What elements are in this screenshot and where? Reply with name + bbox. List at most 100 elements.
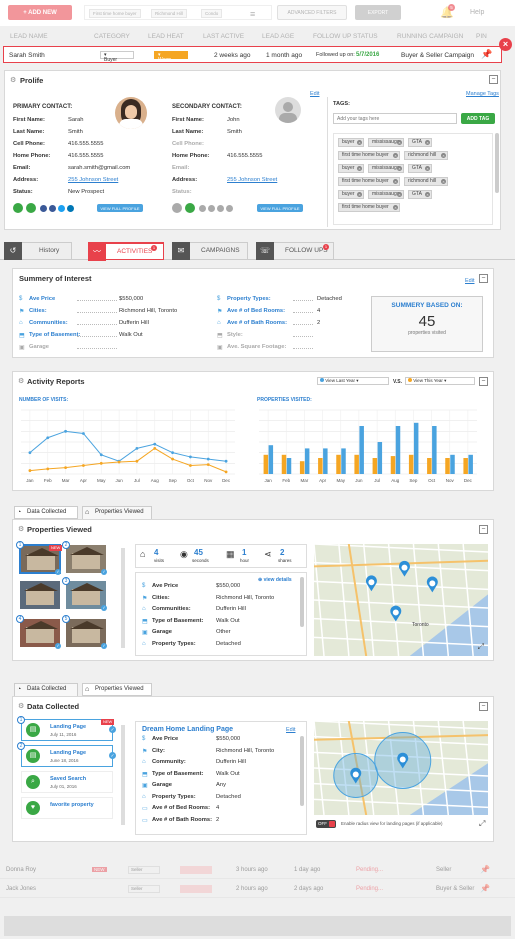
tag-chip[interactable]: GTA ×: [408, 190, 432, 199]
tag-chip[interactable]: buyer ×: [338, 138, 364, 147]
tag-chip[interactable]: mississauga ×: [368, 138, 404, 147]
tag-chip[interactable]: first time home buyer ×: [338, 151, 400, 160]
collected-item[interactable]: ⌕ Saved Search July 01, 2016: [21, 771, 113, 793]
remove-tag-icon[interactable]: ×: [357, 166, 362, 171]
column-header[interactable]: LAST ACTIVE: [203, 33, 244, 40]
radius-toggle[interactable]: OFF: [316, 820, 336, 828]
address-link[interactable]: 255 Johnson Street: [68, 177, 118, 183]
lead-row[interactable]: Donna Roy NEW Seller 3 hours ago 1 day ago Pe…: [0, 862, 515, 879]
category-select[interactable]: Seller: [128, 885, 160, 893]
collapse-button[interactable]: –: [479, 702, 488, 711]
heat-select[interactable]: Warm ▾: [154, 51, 188, 63]
heat-select[interactable]: [180, 866, 212, 874]
tab-properties-viewed[interactable]: ⌂ Properties Viewed: [82, 506, 152, 519]
collapse-button[interactable]: –: [479, 274, 488, 283]
edit-profile-link[interactable]: Edit: [310, 91, 319, 97]
advanced-filters-button[interactable]: ADVANCED FILTERS: [277, 5, 347, 20]
column-header[interactable]: LEAD NAME: [10, 33, 48, 40]
remove-tag-icon[interactable]: ×: [357, 192, 362, 197]
collected-item[interactable]: ▤ Landing Page June 18, 2016 ✓: [21, 745, 116, 767]
email-icon[interactable]: [172, 203, 182, 213]
remove-tag-icon[interactable]: ×: [441, 179, 446, 184]
tag-chip[interactable]: first time home buyer ×: [338, 177, 400, 186]
tab-history[interactable]: ↺ History: [4, 242, 72, 260]
column-header[interactable]: FOLLOW UP STATUS: [313, 33, 378, 40]
lead-name[interactable]: Sarah Smith: [9, 52, 45, 59]
this-year-select[interactable]: View This Year ▾: [405, 377, 475, 385]
skype-icon[interactable]: [199, 205, 206, 212]
lead-name[interactable]: Donna Roy: [6, 867, 36, 873]
tag-chip[interactable]: buyer ×: [338, 190, 364, 199]
tag-chip[interactable]: mississauga ×: [368, 164, 404, 173]
property-thumbnail[interactable]: [19, 580, 61, 610]
remove-tag-icon[interactable]: ×: [397, 140, 402, 145]
scrollbar[interactable]: [300, 736, 304, 806]
facebook-icon[interactable]: [208, 205, 215, 212]
column-header[interactable]: RUNNING CAMPAIGN: [397, 33, 463, 40]
tab-data-collected[interactable]: ◔ Data Collected: [14, 683, 78, 696]
phone-icon[interactable]: [26, 203, 36, 213]
add-tag-button[interactable]: ADD TAG: [461, 113, 495, 124]
collapse-button[interactable]: –: [489, 75, 498, 84]
remove-tag-icon[interactable]: ×: [425, 166, 430, 171]
scrollbar[interactable]: [121, 548, 125, 648]
lead-row-selected[interactable]: Sarah Smith Buyer ▾ Warm ▾ 2 weeks ago 1…: [3, 46, 502, 63]
pin-icon[interactable]: 📌: [480, 865, 490, 874]
last-year-select[interactable]: View Last Year ▾: [317, 377, 389, 385]
tab-follow-ups[interactable]: ☏ FOLLOW UPS 1: [256, 242, 334, 260]
column-header[interactable]: CATEGORY: [94, 33, 130, 40]
remove-tag-icon[interactable]: ×: [397, 166, 402, 171]
tag-chip[interactable]: first time home buyer ×: [338, 203, 400, 212]
twitter-icon[interactable]: [58, 205, 65, 212]
tag-chip[interactable]: GTA ×: [408, 164, 432, 173]
pin-icon[interactable]: 📌: [480, 884, 490, 893]
tab-activities[interactable]: 〰 ACTIVITIES 1: [88, 242, 164, 261]
facebook-icon[interactable]: [49, 205, 56, 212]
column-header[interactable]: LEAD AGE: [262, 33, 294, 40]
remove-tag-icon[interactable]: ×: [397, 192, 402, 197]
email-icon[interactable]: [13, 203, 23, 213]
view-full-profile-button[interactable]: VIEW FULL PROFILE: [257, 204, 303, 212]
phone-icon[interactable]: [185, 203, 195, 213]
collected-item[interactable]: ♥ favorite property: [21, 797, 113, 819]
close-icon[interactable]: ×: [499, 38, 512, 51]
column-header[interactable]: PIN: [476, 33, 487, 40]
linkedin-icon[interactable]: [67, 205, 74, 212]
gear-icon[interactable]: ⚙: [18, 702, 24, 710]
filter-chip[interactable]: Condo: [201, 9, 223, 18]
pin-icon[interactable]: 📌: [481, 49, 492, 60]
properties-map[interactable]: Toronto ⤢: [314, 544, 488, 656]
tag-chip[interactable]: GTA ×: [408, 138, 432, 147]
scrollbar[interactable]: [121, 725, 125, 825]
category-select[interactable]: Buyer ▾: [100, 51, 134, 63]
address-link[interactable]: 255 Johnson Street: [227, 177, 277, 183]
tag-chip[interactable]: richmond hill ×: [404, 177, 448, 186]
scrollbar[interactable]: [300, 577, 304, 627]
expand-icon[interactable]: ⤢: [479, 819, 485, 829]
tag-chip[interactable]: mississauga ×: [368, 190, 404, 199]
tag-input[interactable]: [333, 113, 457, 124]
lead-name[interactable]: Jack Jones: [6, 886, 36, 892]
gear-icon[interactable]: ⚙: [18, 377, 24, 385]
column-header[interactable]: LEAD HEAT: [148, 33, 184, 40]
expand-icon[interactable]: ⤢: [478, 642, 484, 652]
export-button[interactable]: EXPORT: [355, 5, 401, 20]
remove-tag-icon[interactable]: ×: [393, 205, 398, 210]
filter-chip[interactable]: Richmond Hill: [151, 9, 187, 18]
filter-chips-box[interactable]: First time home buyer Richmond Hill Cond…: [84, 5, 272, 20]
tab-properties-viewed[interactable]: ⌂ Properties Viewed: [82, 683, 152, 696]
scrollbar[interactable]: [495, 133, 499, 193]
remove-tag-icon[interactable]: ×: [357, 140, 362, 145]
tab-campaigns[interactable]: ✉ CAMPAIGNS: [172, 242, 248, 260]
collapse-button[interactable]: –: [479, 377, 488, 386]
twitter-icon[interactable]: [217, 205, 224, 212]
remove-tag-icon[interactable]: ×: [425, 140, 430, 145]
gear-icon[interactable]: ⚙: [10, 76, 16, 84]
tag-chip[interactable]: richmond hill ×: [404, 151, 448, 160]
remove-tag-icon[interactable]: ×: [441, 153, 446, 158]
gear-icon[interactable]: ⚙: [18, 525, 24, 533]
remove-tag-icon[interactable]: ×: [393, 179, 398, 184]
lead-row[interactable]: Jack Jones Seller 2 hours ago 2 days ago Pen…: [0, 881, 515, 898]
filter-chip[interactable]: First time home buyer: [89, 9, 141, 18]
remove-tag-icon[interactable]: ×: [393, 153, 398, 158]
